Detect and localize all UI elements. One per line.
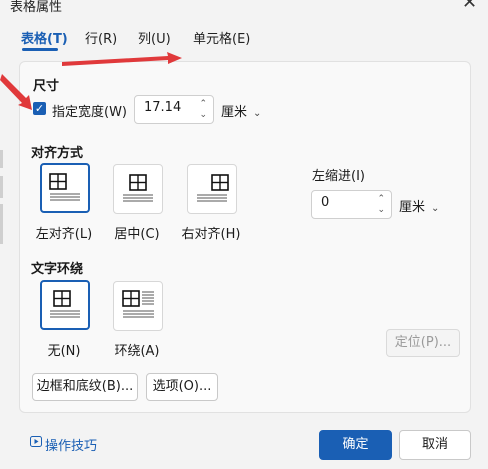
- wrap-none-option[interactable]: [40, 280, 90, 330]
- align-right-option[interactable]: [187, 164, 237, 214]
- spin-down-icon[interactable]: ⌄: [377, 206, 385, 215]
- dialog-title: 表格属性: [10, 0, 63, 15]
- chevron-down-icon: ⌄: [253, 108, 262, 119]
- tips-link[interactable]: 操作技巧: [45, 435, 97, 454]
- size-section-title: 尺寸: [33, 79, 60, 94]
- background-edge: [0, 204, 3, 244]
- align-center-option[interactable]: [113, 164, 163, 214]
- align-left-icon: [49, 173, 80, 201]
- alignment-section-title: 对齐方式: [31, 146, 84, 161]
- wrap-section-title: 文字环绕: [31, 262, 84, 277]
- left-indent-label: 左缩进(I): [312, 169, 365, 184]
- background-edge: [0, 150, 3, 168]
- align-right-icon: [197, 174, 229, 202]
- align-left-label: 左对齐(L): [35, 227, 93, 242]
- left-indent-value: 0: [321, 195, 330, 210]
- spin-down-icon[interactable]: ⌄: [199, 111, 207, 120]
- wrap-none-icon: [50, 290, 80, 318]
- width-spinbox[interactable]: 17.14 ⌃ ⌄: [134, 95, 214, 124]
- spin-up-icon[interactable]: ⌃: [199, 100, 207, 109]
- position-button[interactable]: 定位(P)...: [386, 329, 460, 357]
- align-left-option[interactable]: [40, 163, 90, 213]
- tab-table[interactable]: 表格(T): [21, 28, 68, 47]
- cancel-button[interactable]: 取消: [399, 430, 471, 460]
- wrap-none-label: 无(N): [47, 344, 81, 359]
- tips-icon[interactable]: [30, 436, 42, 447]
- background-edge: [0, 176, 3, 198]
- align-center-label: 居中(C): [114, 227, 160, 242]
- tab-row[interactable]: 行(R): [85, 28, 117, 47]
- width-value: 17.14: [144, 100, 182, 115]
- specify-width-checkbox[interactable]: ✓: [33, 102, 46, 115]
- spin-up-icon[interactable]: ⌃: [377, 195, 385, 204]
- tab-column[interactable]: 列(U): [138, 28, 171, 47]
- specify-width-label: 指定宽度(W): [52, 105, 127, 120]
- tab-cell[interactable]: 单元格(E): [193, 28, 250, 47]
- options-button[interactable]: 选项(O)...: [146, 373, 218, 401]
- left-indent-spinbox[interactable]: 0 ⌃ ⌄: [311, 190, 392, 219]
- wrap-around-icon: [122, 290, 154, 318]
- align-center-icon: [123, 174, 153, 202]
- align-right-label: 右对齐(H): [181, 227, 241, 242]
- width-unit-label: 厘米: [221, 105, 248, 120]
- borders-shading-button[interactable]: 边框和底纹(B)...: [32, 373, 138, 401]
- indent-unit-label: 厘米: [399, 200, 426, 215]
- ok-button[interactable]: 确定: [319, 430, 392, 460]
- chevron-down-icon: ⌄: [431, 203, 440, 214]
- indent-unit-dropdown[interactable]: 厘米 ⌄: [399, 196, 439, 215]
- active-tab-indicator: [22, 48, 58, 51]
- wrap-around-option[interactable]: [113, 281, 163, 331]
- wrap-around-label: 环绕(A): [114, 344, 160, 359]
- close-icon[interactable]: ✕: [462, 0, 477, 13]
- width-unit-dropdown[interactable]: 厘米 ⌄: [221, 101, 261, 120]
